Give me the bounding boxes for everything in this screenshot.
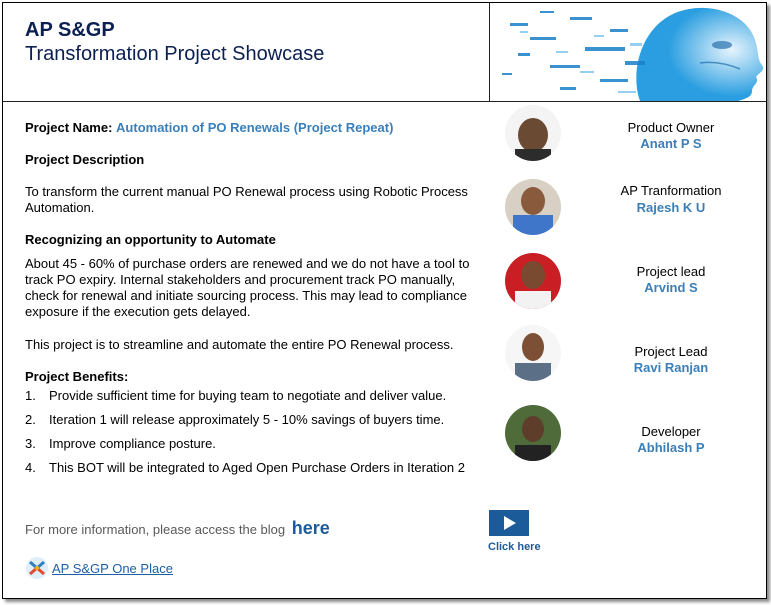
one-place-row: AP S&GP One Place: [25, 556, 173, 580]
avatar-product-owner: [505, 105, 561, 161]
header-title: AP S&GP: [25, 19, 115, 41]
opportunity-heading: Recognizing an opportunity to Automate: [25, 232, 276, 247]
benefit-text: Provide sufficient time for buying team …: [49, 388, 447, 403]
benefit-text: Improve compliance posture.: [49, 436, 216, 451]
project-name-label: Project Name:: [25, 120, 113, 135]
project-benefits-heading: Project Benefits:: [25, 369, 129, 384]
benefit-item: 1. Provide sufficient time for buying tea…: [25, 388, 465, 412]
role-label: Developer: [641, 424, 701, 439]
opportunity-text: About 45 - 60% of purchase orders are re…: [25, 256, 470, 319]
streamline-text: This project is to streamline and automa…: [25, 337, 454, 352]
benefit-item: 2. Iteration 1 will release approximately…: [25, 412, 465, 436]
avatar-project-lead-ravi: [505, 325, 561, 381]
ai-head-banner-image: [490, 3, 766, 101]
benefit-text: Iteration 1 will release approximately 5…: [49, 412, 445, 427]
role-label: Project lead: [636, 264, 706, 279]
avatar-project-lead-arvind: [505, 253, 561, 309]
project-description-heading: Project Description: [25, 152, 145, 167]
role-label: Project Lead: [634, 344, 708, 359]
benefit-text: This BOT will be integrated to Aged Open…: [49, 460, 465, 475]
person-name: Anant P S: [640, 136, 702, 151]
person-name: Abhilash P: [637, 440, 705, 455]
benefit-number: 2.: [25, 412, 36, 427]
benefits-list: 1. Provide sufficient time for buying tea…: [25, 388, 465, 484]
benefit-number: 4.: [25, 460, 36, 475]
benefit-item: 3. Improve compliance posture.: [25, 436, 465, 460]
click-here-label[interactable]: Click here: [488, 541, 541, 553]
person-name: Ravi Ranjan: [633, 360, 709, 375]
showcase-page: AP S&GP Transformation Project Showcase: [2, 2, 767, 599]
one-place-link[interactable]: AP S&GP One Place: [52, 561, 173, 576]
avatar-ap-transformation: [505, 179, 561, 235]
project-name-value: Automation of PO Renewals (Project Repea…: [116, 120, 394, 135]
more-info-line: For more information, please access the …: [25, 518, 330, 539]
play-icon: [504, 516, 516, 530]
person-name: Rajesh K U: [636, 200, 706, 215]
benefit-number: 3.: [25, 436, 36, 451]
header: AP S&GP Transformation Project Showcase: [3, 3, 766, 102]
project-description-text: To transform the current manual PO Renew…: [25, 184, 468, 215]
header-subtitle: Transformation Project Showcase: [25, 43, 325, 65]
benefit-item: 4. This BOT will be integrated to Aged Op…: [25, 460, 465, 484]
play-video-button[interactable]: [489, 510, 529, 536]
person-name: Arvind S: [644, 280, 698, 295]
more-info-text: For more information, please access the …: [25, 522, 286, 537]
role-label: AP Tranformation: [620, 183, 722, 198]
one-place-logo-icon: [26, 557, 48, 579]
blog-here-link[interactable]: here: [292, 518, 330, 538]
project-name-line: Project Name: Automation of PO Renewals …: [25, 120, 393, 135]
benefit-number: 1.: [25, 388, 36, 403]
role-label: Product Owner: [627, 120, 715, 135]
avatar-developer: [505, 405, 561, 461]
